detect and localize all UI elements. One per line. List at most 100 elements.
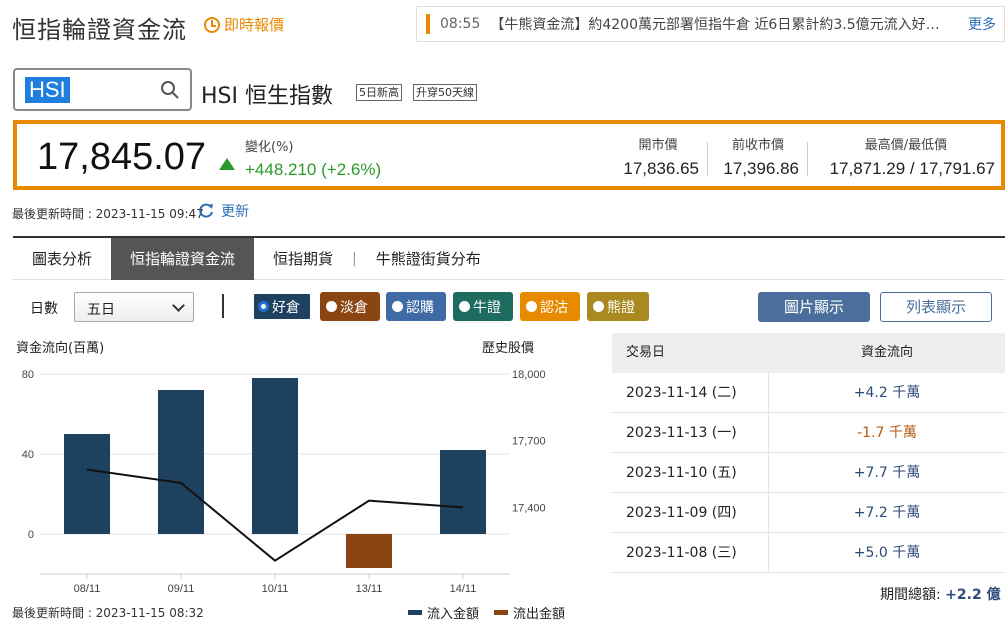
right-axis-title: 歷史股價 <box>482 341 534 356</box>
tab-chart-analysis[interactable]: 圖表分析 <box>13 238 111 280</box>
filter-button[interactable]: 熊證 <box>587 292 649 321</box>
row-flow: +7.2 千萬 <box>853 505 921 521</box>
inflow-bar <box>158 390 204 534</box>
legend-swatch <box>494 610 508 615</box>
table-row: 2023-11-10 (五) +7.7 千萬 <box>612 453 1005 493</box>
left-tick-label: 80 <box>22 369 34 381</box>
row-date: 2023-11-14 (二) <box>612 373 769 412</box>
refresh-icon <box>199 203 213 218</box>
total-label: 期間總額: <box>880 587 941 603</box>
change-label: 變化(%) <box>245 140 294 155</box>
left-tick-label: 40 <box>22 449 34 461</box>
filter-button[interactable]: 淡倉 <box>320 292 380 321</box>
header-flow: 資金流向 <box>860 345 913 360</box>
inflow-bar <box>252 378 298 534</box>
tab-cbbc-distribution[interactable]: 牛熊證街貨分布 <box>357 238 500 280</box>
radio-checked-icon <box>258 301 269 312</box>
legend-swatch <box>408 610 422 615</box>
news-ticker[interactable]: 08:55 【牛熊資金流】約4200萬元部署恒指牛倉 近6日累計約3.5億元流入… <box>416 6 1005 42</box>
filter-label: 認沽 <box>540 299 568 316</box>
filter-label: 好倉 <box>272 299 300 316</box>
outflow-bar <box>346 534 392 568</box>
ticker-headline[interactable]: 【牛熊資金流】約4200萬元部署恒指牛倉 近6日累計約3.5億元流入好… <box>490 14 958 34</box>
table-row: 2023-11-08 (三) +5.0 千萬 <box>612 533 1005 573</box>
symbol-search-input[interactable]: HSI <box>13 68 192 111</box>
more-news-link[interactable]: 更多 <box>968 14 996 34</box>
legend-inflow: 流入金額 <box>408 603 479 622</box>
open-price: 開市價 17,836.65 <box>623 138 699 178</box>
row-date: 2023-11-10 (五) <box>612 453 769 492</box>
prev-close: 前收市價 17,396.86 <box>723 138 799 178</box>
ticker-accent-bar <box>426 14 430 34</box>
filter-label: 認購 <box>406 299 434 316</box>
right-tick-label: 17,400 <box>512 502 546 514</box>
row-flow: +4.2 千萬 <box>853 385 921 401</box>
ticker-time: 08:55 <box>440 16 481 32</box>
header-date: 交易日 <box>626 345 666 360</box>
radio-icon <box>392 301 403 312</box>
inflow-bar <box>64 434 110 534</box>
stock-name: HSI 恒生指數 <box>201 84 333 109</box>
clock-icon <box>204 16 220 33</box>
tab-warrant-flow[interactable]: 恒指輪證資金流 <box>111 238 255 280</box>
filter-button[interactable]: 認沽 <box>520 292 580 321</box>
row-flow: +5.0 千萬 <box>853 545 921 561</box>
realtime-label: 即時報價 <box>224 16 285 34</box>
quote-panel: 17,845.07 變化(%) +448.210 (+2.6%) 開市價 17,… <box>13 120 1005 190</box>
radio-icon <box>459 301 470 312</box>
radio-icon <box>526 301 537 312</box>
row-flow: -1.7 千萬 <box>857 425 917 441</box>
up-arrow-icon <box>219 158 235 170</box>
last-updated: 最後更新時間 : 2023-11-15 09:47 <box>12 207 204 221</box>
high-low: 最高價/最低價 17,871.29 / 17,791.67 <box>829 138 995 178</box>
filter-button[interactable]: 牛證 <box>453 292 513 321</box>
x-tick-label: 13/11 <box>356 583 383 595</box>
x-tick-label: 08/11 <box>74 583 101 595</box>
row-date: 2023-11-09 (四) <box>612 493 769 532</box>
page-title: 恒指輪證資金流 <box>12 16 187 44</box>
fund-flow-chart: 資金流向(百萬) 歷史股價 80 40 0 18,000 17,700 17,400 08/11… <box>0 334 600 624</box>
right-tick-label: 17,700 <box>512 436 546 448</box>
chart-svg: 資金流向(百萬) 歷史股價 80 40 0 18,000 17,700 17,400 08/11… <box>16 340 546 595</box>
filter-button[interactable]: 好倉 <box>252 292 312 321</box>
inflow-bar <box>440 450 486 534</box>
radio-icon <box>326 301 337 312</box>
legend-label: 流出金額 <box>513 607 566 622</box>
flow-table: 交易日 資金流向 2023-11-14 (二) +4.2 千萬 2023-11-13… <box>612 333 1005 573</box>
tag-5day-high: 5日新高 <box>356 84 402 101</box>
change-value: +448.210 (+2.6%) <box>245 160 382 179</box>
search-icon[interactable] <box>160 80 180 100</box>
x-tick-label: 09/11 <box>168 583 195 595</box>
filter-label: 牛證 <box>473 299 501 316</box>
table-row: 2023-11-13 (一) -1.7 千萬 <box>612 413 1005 453</box>
tab-bar: 圖表分析 恒指輪證資金流 恒指期貨 | 牛熊證街貨分布 <box>13 236 1005 280</box>
stat-divider <box>707 142 708 176</box>
left-axis-title: 資金流向(百萬) <box>16 340 104 356</box>
days-select-value: 五日 <box>87 302 115 318</box>
refresh-button[interactable]: 更新 <box>197 201 249 221</box>
days-select[interactable]: 五日 <box>74 292 194 322</box>
refresh-label: 更新 <box>221 204 249 220</box>
x-tick-label: 14/11 <box>450 583 477 595</box>
chevron-down-icon <box>172 299 185 312</box>
row-flow: +7.7 千萬 <box>853 465 921 481</box>
radio-icon <box>593 301 604 312</box>
search-value[interactable]: HSI <box>25 77 70 103</box>
tab-hsi-futures[interactable]: 恒指期貨 <box>254 238 352 280</box>
realtime-quote-link[interactable]: 即時報價 <box>204 14 284 35</box>
row-date: 2023-11-08 (三) <box>612 533 769 572</box>
x-tick-label: 10/11 <box>262 583 289 595</box>
table-header: 交易日 資金流向 <box>612 333 1005 373</box>
list-view-button[interactable]: 列表顯示 <box>880 292 992 322</box>
chart-view-button[interactable]: 圖片顯示 <box>758 292 870 322</box>
filter-button[interactable]: 認購 <box>386 292 446 321</box>
period-total: 期間總額: +2.2 億 <box>880 584 1001 604</box>
stat-divider <box>807 142 808 176</box>
chart-updated: 最後更新時間 : 2023-11-15 08:32 <box>12 606 204 620</box>
right-tick-label: 18,000 <box>512 369 546 381</box>
table-row: 2023-11-14 (二) +4.2 千萬 <box>612 373 1005 413</box>
total-value: +2.2 億 <box>945 587 1001 603</box>
legend-label: 流入金額 <box>427 607 480 622</box>
legend-outflow: 流出金額 <box>494 603 565 622</box>
control-divider <box>222 294 224 318</box>
